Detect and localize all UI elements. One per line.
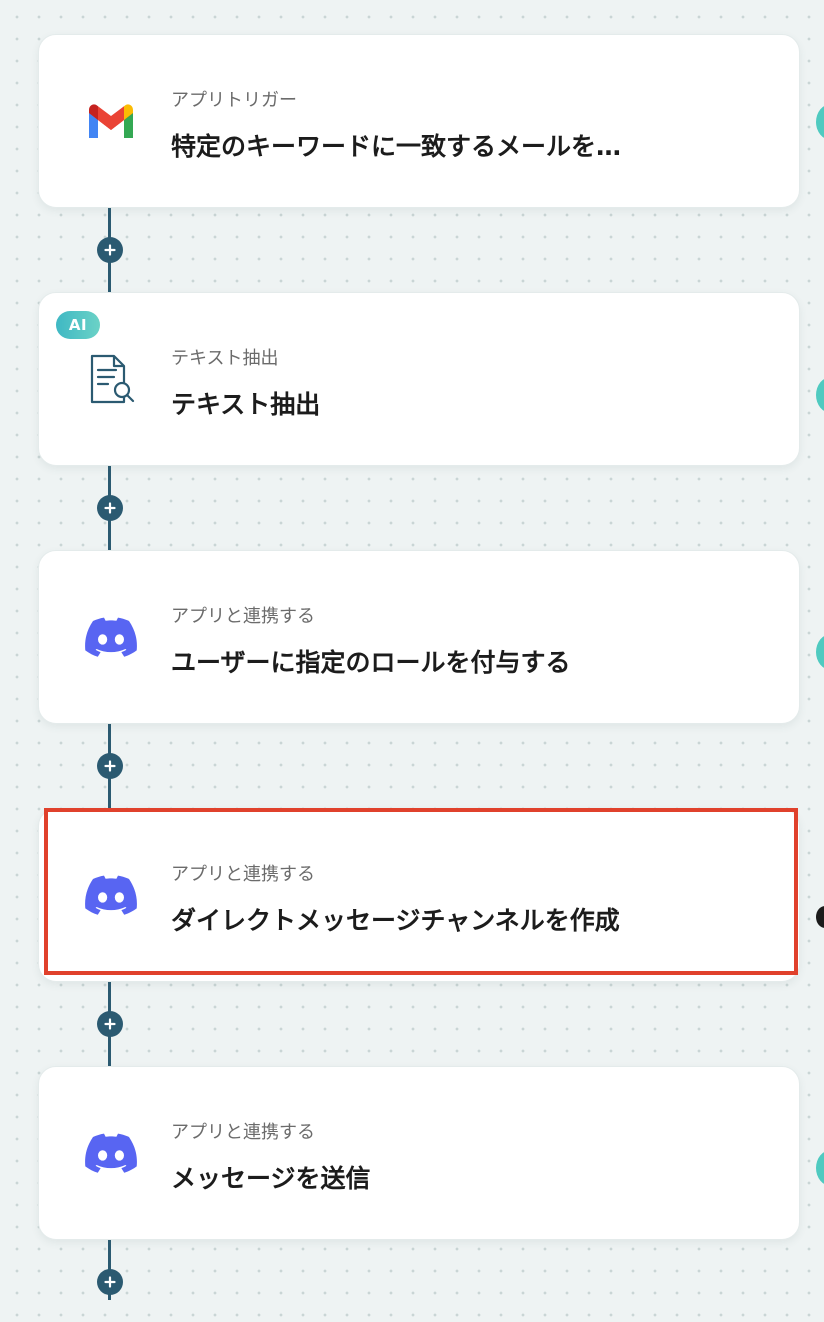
discord-icon <box>83 867 139 923</box>
step-title: メッセージを送信 <box>171 1164 371 1193</box>
side-status-dot <box>816 104 824 140</box>
ai-badge: AI <box>56 311 100 339</box>
flow-step-card[interactable]: アプリと連携する メッセージを送信 <box>38 1066 800 1240</box>
step-title: テキスト抽出 <box>171 390 321 419</box>
plus-icon <box>104 1276 116 1288</box>
step-title: ユーザーに指定のロールを付与する <box>171 648 571 677</box>
plus-icon <box>104 760 116 772</box>
plus-icon <box>104 1018 116 1030</box>
step-title: ダイレクトメッセージチャンネルを作成 <box>171 906 620 935</box>
plus-icon <box>104 502 116 514</box>
side-status-dot <box>816 634 824 670</box>
add-step-button[interactable] <box>97 753 123 779</box>
plus-icon <box>104 244 116 256</box>
side-status-dot <box>816 1150 824 1186</box>
discord-icon <box>83 1125 139 1181</box>
warning-icon <box>816 906 824 928</box>
step-subtitle: アプリトリガー <box>171 90 297 111</box>
add-step-button[interactable] <box>97 1269 123 1295</box>
step-subtitle: アプリと連携する <box>171 606 315 627</box>
discord-icon <box>83 609 139 665</box>
step-subtitle: アプリと連携する <box>171 1122 315 1143</box>
flow-step-card[interactable]: アプリと連携する ユーザーに指定のロールを付与する <box>38 550 800 724</box>
add-step-button[interactable] <box>97 237 123 263</box>
add-step-button[interactable] <box>97 495 123 521</box>
step-subtitle: テキスト抽出 <box>171 348 279 369</box>
step-title: 特定のキーワードに一致するメールを… <box>171 132 622 161</box>
flow-step-card[interactable]: アプリと連携する ダイレクトメッセージチャンネルを作成 <box>38 808 800 982</box>
side-status-dot <box>816 377 824 413</box>
add-step-button[interactable] <box>97 1011 123 1037</box>
flow-step-card[interactable]: テキスト抽出 テキスト抽出 <box>38 292 800 466</box>
gmail-icon <box>83 93 139 149</box>
flow-step-card[interactable]: アプリトリガー 特定のキーワードに一致するメールを… <box>38 34 800 208</box>
document-search-icon <box>83 351 139 407</box>
step-subtitle: アプリと連携する <box>171 864 315 885</box>
